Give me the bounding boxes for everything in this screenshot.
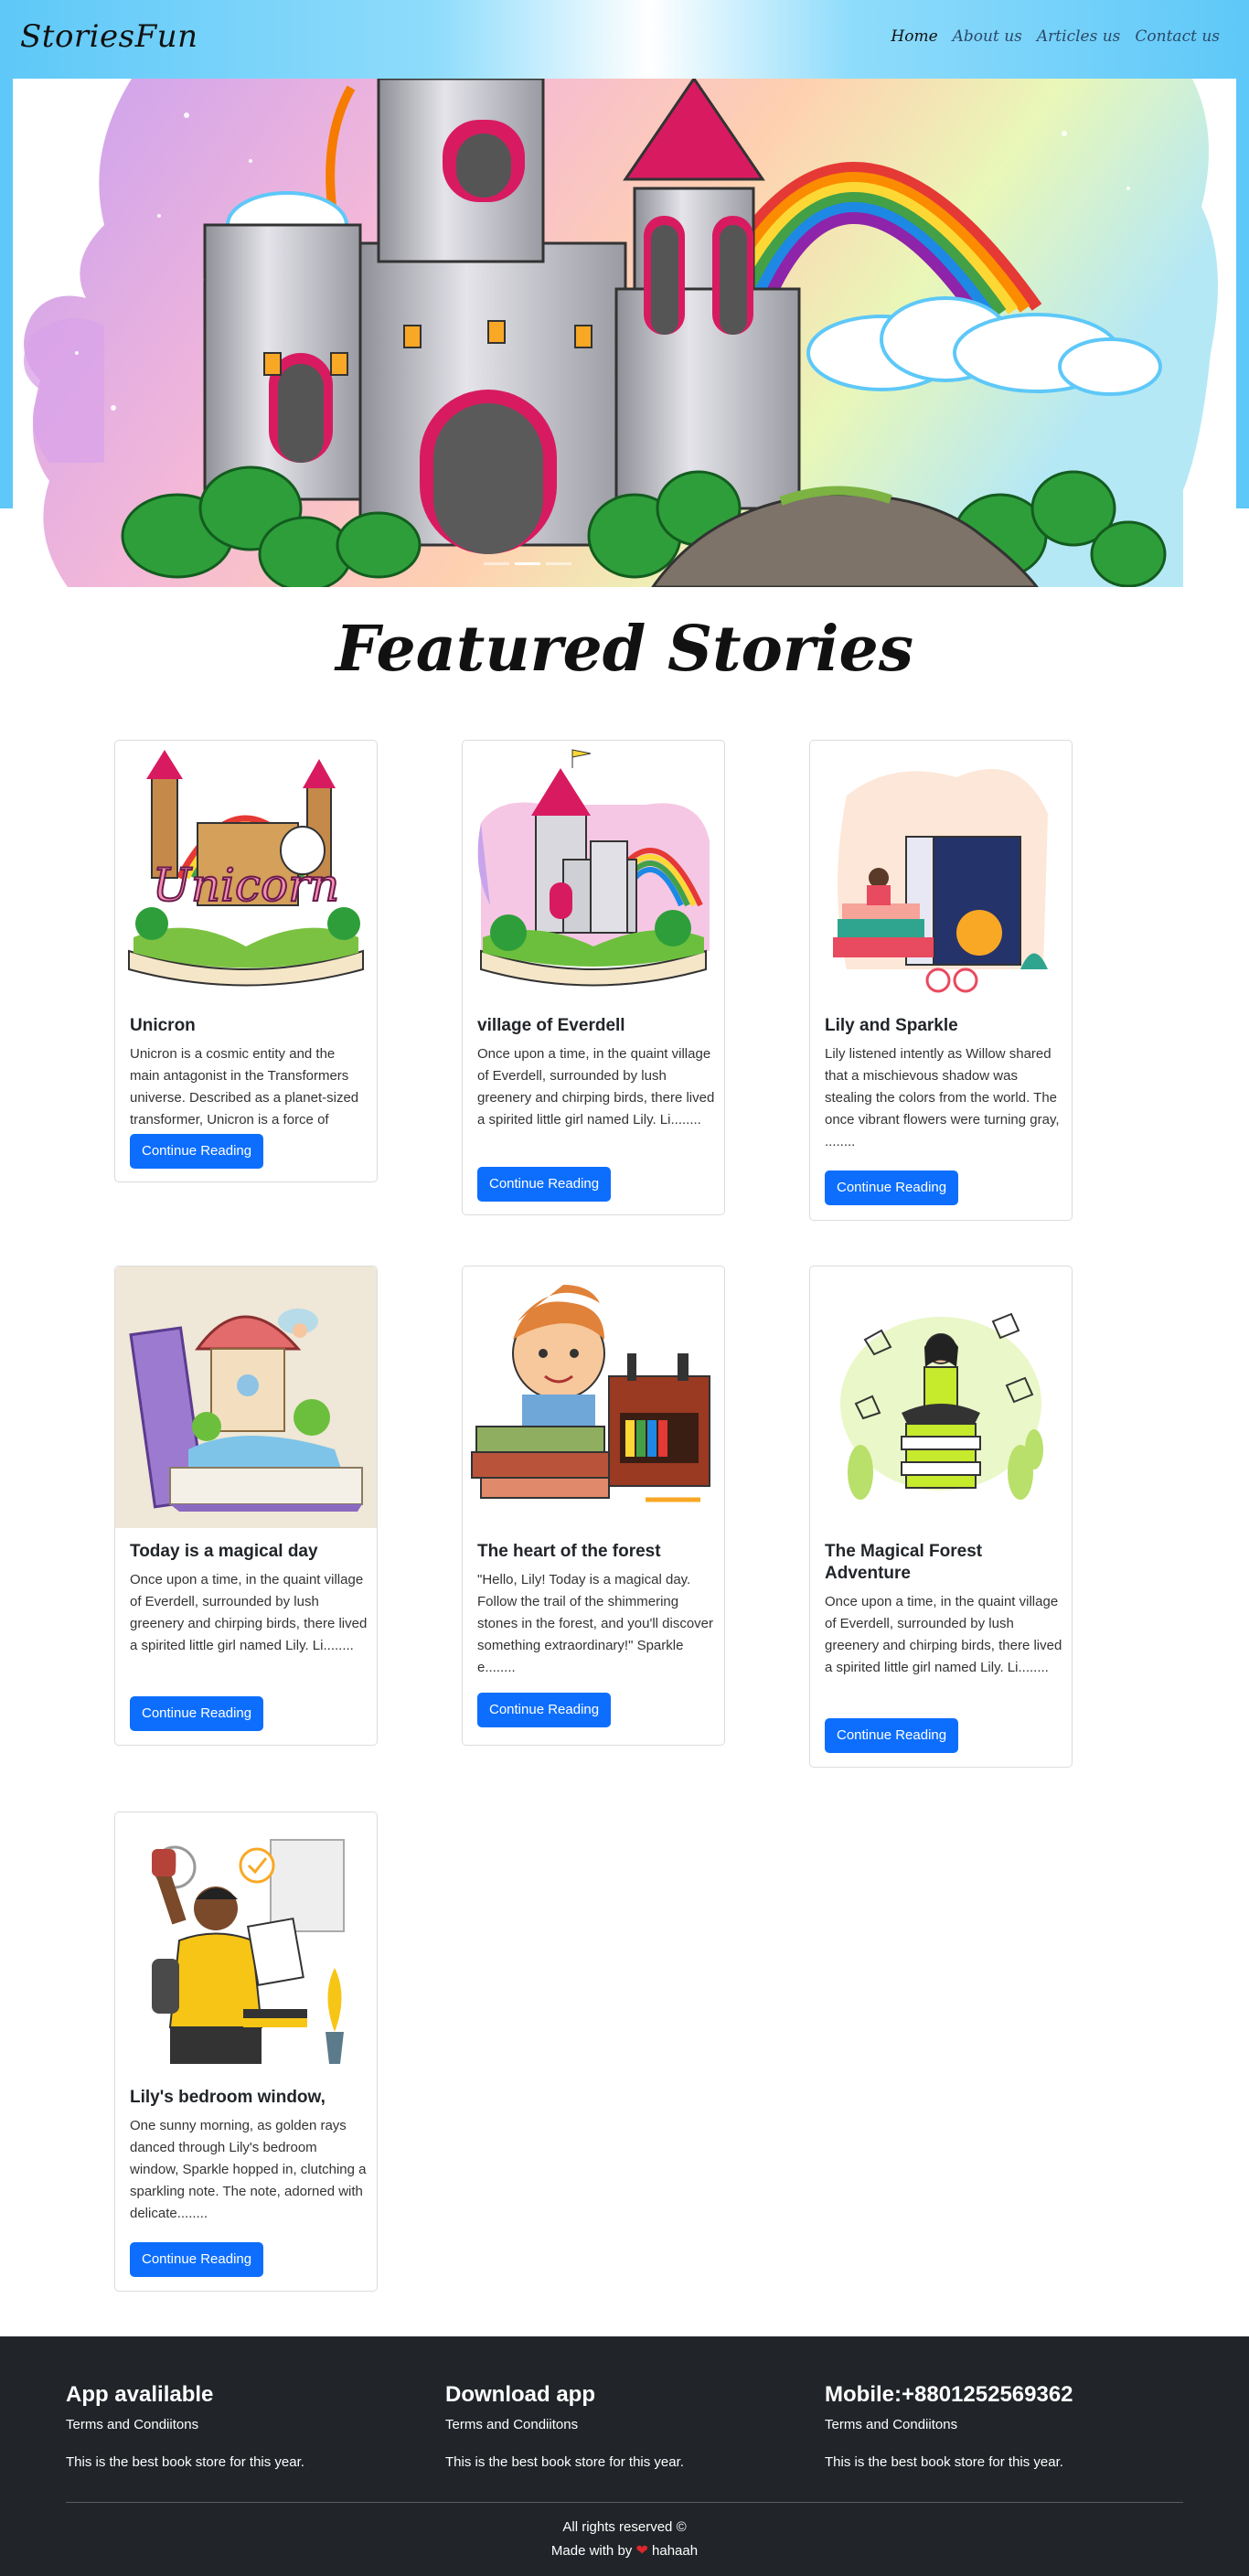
story-card: village of Everdell Once upon a time, in… xyxy=(462,740,725,1215)
continue-reading-button[interactable]: Continue Reading xyxy=(130,1696,264,1731)
nav-links: Home About us Articles us Contact us xyxy=(891,27,1220,46)
footer-heading: Download app xyxy=(445,2382,595,2407)
hero-castle-illustration xyxy=(24,79,1218,587)
card-text: Once upon a time, in the quaint village … xyxy=(825,1594,1062,1675)
footer-terms-link[interactable]: Terms and Condiitons xyxy=(66,2417,413,2432)
navbar: StoriesFun Home About us Articles us Con… xyxy=(0,0,1249,79)
card-text: Once upon a time, in the quaint village … xyxy=(477,1046,715,1128)
card-title: The heart of the forest xyxy=(477,1542,661,1561)
card-image-unicorn: Unicorn xyxy=(115,741,377,1002)
hero-border-right xyxy=(1236,79,1249,508)
nav-link-contact[interactable]: Contact us xyxy=(1135,27,1220,46)
card-title: Lily's bedroom window, xyxy=(130,2088,326,2107)
hero-carousel[interactable] xyxy=(13,79,1236,587)
brand-logo[interactable]: StoriesFun xyxy=(20,18,198,55)
continue-reading-button[interactable]: Continue Reading xyxy=(825,1718,959,1753)
hero-border-left xyxy=(0,79,13,508)
card-title: The Magical Forest Adventure xyxy=(825,1542,983,1583)
heart-icon: ❤ xyxy=(635,2543,648,2559)
card-text: One sunny morning, as golden rays danced… xyxy=(130,2118,367,2221)
nav-link-home[interactable]: Home xyxy=(891,27,937,46)
card-image-boy-books xyxy=(463,1267,724,1528)
footer-made-with: Made with by ❤ hahaah xyxy=(0,2541,1249,2560)
footer-copyright: All rights reserved © xyxy=(562,2519,687,2535)
story-card: Lily and Sparkle Lily listened intently … xyxy=(809,740,1073,1221)
card-text: Lily listened intently as Willow shared … xyxy=(825,1046,1060,1149)
nav-link-articles[interactable]: Articles us xyxy=(1037,27,1121,46)
footer-column-mobile: Mobile:+8801252569362 Terms and Condiito… xyxy=(825,2382,1172,2470)
continue-reading-button[interactable]: Continue Reading xyxy=(477,1693,612,1727)
footer-column-app: App avalilable Terms and Condiitons This… xyxy=(66,2382,413,2470)
story-card: Lily's bedroom window, One sunny morning… xyxy=(114,1812,378,2292)
story-card: The Magical Forest Adventure Once upon a… xyxy=(809,1266,1073,1768)
card-image-girl-books xyxy=(810,741,1072,1002)
footer-tagline: This is the best book store for this yea… xyxy=(66,2454,304,2470)
made-with-name: hahaah xyxy=(652,2543,699,2559)
card-image-girl-reading xyxy=(810,1267,1072,1528)
footer-heading: App avalilable xyxy=(66,2382,214,2407)
footer-column-download: Download app Terms and Condiitons This i… xyxy=(445,2382,793,2470)
footer-tagline: This is the best book store for this yea… xyxy=(445,2454,684,2470)
footer-tagline: This is the best book store for this yea… xyxy=(825,2454,1063,2470)
card-image-student xyxy=(115,1812,377,2074)
continue-reading-button[interactable]: Continue Reading xyxy=(825,1170,959,1205)
story-card: Unicorn Unicron Unicron is a cosmic enti… xyxy=(114,740,378,1182)
carousel-indicator-3[interactable] xyxy=(546,562,571,565)
card-image-castle xyxy=(463,741,724,1002)
featured-title: Featured Stories xyxy=(335,613,914,686)
svg-text:Unicorn: Unicorn xyxy=(153,859,340,912)
carousel-indicator-2[interactable] xyxy=(515,562,540,565)
footer-terms-link[interactable]: Terms and Condiitons xyxy=(825,2417,1172,2432)
card-title: Lily and Sparkle xyxy=(825,1016,958,1035)
carousel-indicators xyxy=(484,562,571,565)
card-title: Unicron xyxy=(130,1016,196,1035)
card-text: Once upon a time, in the quaint village … xyxy=(130,1572,368,1653)
card-title: Today is a magical day xyxy=(130,1542,318,1561)
carousel-indicator-1[interactable] xyxy=(484,562,509,565)
footer-heading: Mobile:+8801252569362 xyxy=(825,2382,1073,2407)
continue-reading-button[interactable]: Continue Reading xyxy=(130,2242,264,2277)
made-with-prefix: Made with by xyxy=(550,2543,633,2559)
card-title: village of Everdell xyxy=(477,1016,625,1035)
footer-divider xyxy=(66,2502,1183,2503)
footer-terms-link[interactable]: Terms and Condiitons xyxy=(445,2417,793,2432)
story-card: The heart of the forest "Hello, Lily! To… xyxy=(462,1266,725,1746)
footer: App avalilable Terms and Condiitons This… xyxy=(0,2336,1249,2576)
card-image-mushroom-house xyxy=(115,1267,377,1528)
nav-link-about[interactable]: About us xyxy=(953,27,1022,46)
continue-reading-button[interactable]: Continue Reading xyxy=(477,1167,612,1202)
story-card: Today is a magical day Once upon a time,… xyxy=(114,1266,378,1746)
card-text: "Hello, Lily! Today is a magical day. Fo… xyxy=(477,1572,714,1675)
continue-reading-button[interactable]: Continue Reading xyxy=(130,1134,264,1169)
